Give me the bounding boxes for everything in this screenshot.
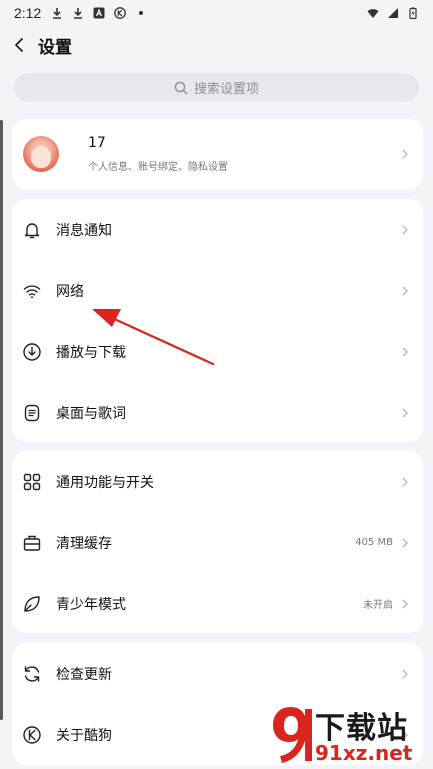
settings-item-general[interactable]: 通用功能与开关	[12, 451, 423, 512]
battery-charging-icon	[407, 7, 419, 19]
grid-icon	[22, 472, 42, 492]
settings-item-label: 关于酷狗	[56, 727, 112, 744]
status-time: 2:12	[14, 5, 42, 21]
settings-item-network[interactable]: 网络	[12, 260, 423, 321]
chevron-right-icon	[401, 285, 409, 297]
chevron-right-icon	[401, 476, 409, 488]
kugou-logo-icon	[22, 725, 42, 745]
watermark-91-icon	[273, 707, 312, 763]
profile-subtitle: 个人信息、账号绑定、隐私设置	[88, 162, 228, 173]
settings-item-playback-download[interactable]: 播放与下载	[12, 321, 423, 382]
settings-item-label: 青少年模式	[56, 596, 126, 613]
chevron-right-icon	[401, 668, 409, 680]
settings-group-1: 消息通知 网络 播放与下载 桌面与歌词	[12, 199, 423, 442]
download-icon	[72, 7, 84, 19]
chevron-right-icon	[401, 537, 409, 549]
settings-item-notifications[interactable]: 消息通知	[12, 199, 423, 260]
status-bar: 2:12	[0, 0, 433, 26]
wifi-icon	[22, 281, 42, 301]
profile-name: 17	[88, 135, 106, 151]
settings-item-label: 消息通知	[56, 222, 112, 239]
left-edge-bar	[0, 120, 3, 720]
settings-item-label: 检查更新	[56, 666, 112, 683]
watermark-logo: 下载站 91xz.net	[269, 701, 429, 767]
chevron-right-icon	[401, 148, 409, 160]
settings-group-2: 通用功能与开关 清理缓存 405 MB 青少年模式 未开启	[12, 451, 423, 633]
settings-item-label: 播放与下载	[56, 344, 126, 361]
search-icon	[174, 81, 188, 95]
settings-item-clear-cache[interactable]: 清理缓存 405 MB	[12, 512, 423, 573]
dot-icon	[135, 7, 147, 19]
page-title: 设置	[38, 37, 72, 58]
settings-item-desktop-lyrics[interactable]: 桌面与歌词	[12, 382, 423, 443]
profile-card[interactable]: 17 个人信息、账号绑定、隐私设置	[12, 119, 423, 189]
search-input[interactable]: 搜索设置项	[14, 73, 419, 102]
leaf-icon	[22, 594, 42, 614]
lyrics-icon	[22, 403, 42, 423]
settings-item-label: 通用功能与开关	[56, 474, 154, 491]
settings-item-teen-mode[interactable]: 青少年模式 未开启	[12, 573, 423, 634]
chevron-right-icon	[401, 407, 409, 419]
settings-item-label: 清理缓存	[56, 535, 112, 552]
search-placeholder: 搜索设置项	[193, 82, 259, 97]
app-k-icon	[114, 7, 127, 19]
chevron-right-icon	[401, 346, 409, 358]
settings-item-label: 桌面与歌词	[56, 405, 126, 422]
settings-item-check-update[interactable]: 检查更新	[12, 643, 423, 704]
download-circle-icon	[22, 342, 42, 362]
watermark-url: 91xz.net	[315, 741, 413, 765]
refresh-icon	[22, 664, 42, 684]
header: 设置	[0, 30, 433, 60]
app-a-icon	[93, 7, 105, 19]
cache-size-value: 405 MB	[355, 537, 393, 548]
chevron-right-icon	[401, 598, 409, 610]
signal-icon	[387, 7, 399, 19]
back-arrow-icon[interactable]	[4, 30, 34, 60]
bell-icon	[22, 220, 42, 240]
download-icon	[51, 7, 63, 19]
settings-item-label: 网络	[56, 283, 84, 300]
avatar	[23, 136, 59, 172]
teen-mode-status: 未开启	[363, 600, 393, 611]
briefcase-icon	[22, 533, 42, 553]
wifi-icon	[367, 7, 379, 19]
chevron-right-icon	[401, 224, 409, 236]
